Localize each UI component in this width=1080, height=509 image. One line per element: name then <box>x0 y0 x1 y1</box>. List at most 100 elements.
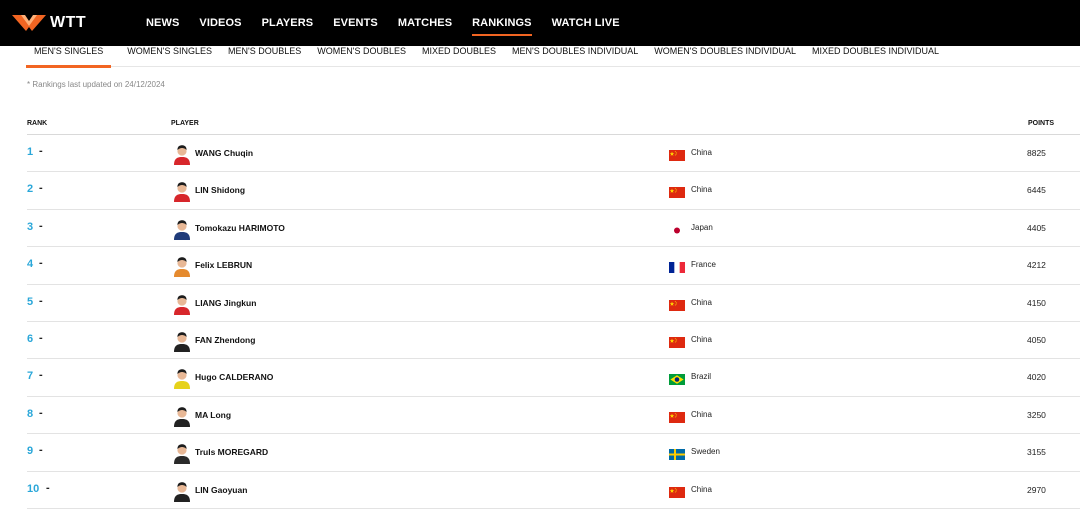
tab-women-s-doubles-individual[interactable]: WOMEN'S DOUBLES INDIVIDUAL <box>654 46 796 67</box>
rank-number: 9 <box>27 445 34 458</box>
ranking-points: 8825 <box>1027 148 1046 158</box>
ranking-points: 4150 <box>1027 297 1046 308</box>
country-name: China <box>691 334 712 344</box>
rank-change: - <box>39 257 43 270</box>
points-column-header: POINTS <box>1028 120 1055 127</box>
brand-name: WTT <box>50 14 87 31</box>
table-row[interactable]: 10- LIN Gaoyuan China 2970 <box>27 472 1080 509</box>
player-avatar[interactable] <box>172 405 192 427</box>
player-avatar[interactable] <box>172 293 192 315</box>
tab-mixed-doubles-individual[interactable]: MIXED DOUBLES INDIVIDUAL <box>812 46 939 67</box>
table-row[interactable]: 9- Truls MOREGARD Sweden 3155 <box>27 434 1080 472</box>
rank-change: - <box>39 182 43 195</box>
player-name[interactable]: Tomokazu HARIMOTO <box>195 223 285 233</box>
nav-item-news[interactable]: NEWS <box>146 0 179 46</box>
rank-number: 5 <box>27 295 34 308</box>
tab-mixed-doubles[interactable]: MIXED DOUBLES <box>422 46 496 67</box>
nav-item-players[interactable]: PLAYERS <box>262 0 314 46</box>
ranking-points: 6445 <box>1027 185 1046 196</box>
table-row[interactable]: 6- FAN Zhendong China 4050 <box>27 322 1080 360</box>
player-name[interactable]: LIANG Jingkun <box>195 298 256 308</box>
china-flag <box>669 485 685 498</box>
brazil-flag <box>669 372 685 386</box>
ranking-points: 3155 <box>1027 447 1046 458</box>
tab-women-s-doubles[interactable]: WOMEN'S DOUBLES <box>317 46 406 67</box>
ranking-points: 4405 <box>1027 222 1046 233</box>
rank-change: - <box>39 219 43 232</box>
player-name[interactable]: LIN Gaoyuan <box>195 485 247 495</box>
rankings-table-body: 1- WANG Chuqin China 8825 2- LIN Shidong China… <box>27 135 1080 509</box>
player-name[interactable]: Hugo CALDERANO <box>195 372 273 382</box>
rankings-updated-note: * Rankings last updated on 24/12/2024 <box>27 80 165 89</box>
table-row[interactable]: 4- Felix LEBRUN France 4212 <box>27 247 1080 285</box>
rank-column-header: RANK <box>27 120 48 127</box>
china-flag <box>669 185 685 199</box>
player-name[interactable]: Truls MOREGARD <box>195 447 268 457</box>
player-avatar[interactable] <box>172 143 192 165</box>
table-row[interactable]: 5- LIANG Jingkun China 4150 <box>27 285 1080 322</box>
table-row[interactable]: 8- MA Long China 3250 <box>27 397 1080 435</box>
wtt-logo[interactable]: WTT <box>12 12 86 34</box>
player-name[interactable]: FAN Zhendong <box>195 335 255 345</box>
player-avatar[interactable] <box>172 180 192 203</box>
player-name[interactable]: LIN Shidong <box>195 185 245 195</box>
nav-item-rankings[interactable]: RANKINGS <box>472 0 533 46</box>
ranking-points: 4020 <box>1027 372 1046 383</box>
china-flag <box>669 410 685 423</box>
country-name: Sweden <box>691 447 720 457</box>
country-name: China <box>691 409 712 419</box>
ranking-points: 4212 <box>1027 260 1046 271</box>
main-nav: NEWS VIDEOS PLAYERS EVENTS MATCHES RANKINGS WA… <box>136 0 630 46</box>
table-row[interactable]: 7- Hugo CALDERANO Brazil 4020 <box>27 359 1080 397</box>
rank-change: - <box>39 444 43 457</box>
country-name: Brazil <box>691 372 712 382</box>
player-avatar[interactable] <box>172 330 192 352</box>
rank-number: 2 <box>27 183 34 196</box>
player-name[interactable]: MA Long <box>195 410 231 420</box>
rank-number: 4 <box>27 258 34 271</box>
table-row[interactable]: 3- Tomokazu HARIMOTO Japan 4405 <box>27 210 1080 248</box>
country-name: China <box>691 148 712 157</box>
tab-men-s-doubles-individual[interactable]: MEN'S DOUBLES INDIVIDUAL <box>512 46 638 67</box>
country-name: Japan <box>691 222 713 232</box>
rank-number: 8 <box>27 407 34 420</box>
tab-men-s-singles[interactable]: MEN'S SINGLES <box>26 46 112 68</box>
france-flag <box>669 260 685 274</box>
nav-item-watch-live[interactable]: WATCH LIVE <box>552 0 620 46</box>
country-name: China <box>691 297 712 307</box>
nav-item-events[interactable]: EVENTS <box>333 0 378 46</box>
nav-item-matches[interactable]: MATCHES <box>398 0 452 46</box>
china-flag <box>669 148 685 161</box>
rank-change: - <box>46 481 50 494</box>
player-avatar[interactable] <box>172 442 192 465</box>
player-avatar[interactable] <box>172 218 192 240</box>
rank-change: - <box>39 369 43 382</box>
nav-item-videos[interactable]: VIDEOS <box>199 0 241 46</box>
japan-flag <box>669 223 685 236</box>
wtt-logo-icon <box>12 15 46 31</box>
ranking-points: 2970 <box>1027 484 1046 495</box>
tab-women-s-singles[interactable]: WOMEN'S SINGLES <box>127 46 212 67</box>
country-name: China <box>691 185 712 195</box>
rank-change: - <box>39 145 43 157</box>
table-row[interactable]: 1- WANG Chuqin China 8825 <box>27 135 1080 173</box>
rank-number: 3 <box>27 220 34 233</box>
rank-change: - <box>39 331 43 344</box>
ranking-category-tabs: MEN'S SINGLES WOMEN'S SINGLES MEN'S DOUBLE… <box>26 46 1080 68</box>
player-avatar[interactable] <box>172 367 192 390</box>
tab-men-s-doubles[interactable]: MEN'S DOUBLES <box>228 46 301 67</box>
rank-change: - <box>39 406 43 419</box>
player-avatar[interactable] <box>172 480 192 502</box>
player-name[interactable]: Felix LEBRUN <box>195 260 252 270</box>
rank-number: 10 <box>27 482 40 495</box>
rank-number: 7 <box>27 370 34 383</box>
china-flag <box>669 298 685 311</box>
player-avatar[interactable] <box>172 255 192 278</box>
player-column-header: PLAYER <box>171 120 199 127</box>
rankings-table-header: RANK PLAYER POINTS <box>27 118 1080 135</box>
ranking-points: 4050 <box>1027 334 1046 345</box>
player-name[interactable]: WANG Chuqin <box>195 148 253 158</box>
table-row[interactable]: 2- LIN Shidong China 6445 <box>27 172 1080 210</box>
china-flag <box>669 335 685 348</box>
rank-change: - <box>39 294 43 307</box>
